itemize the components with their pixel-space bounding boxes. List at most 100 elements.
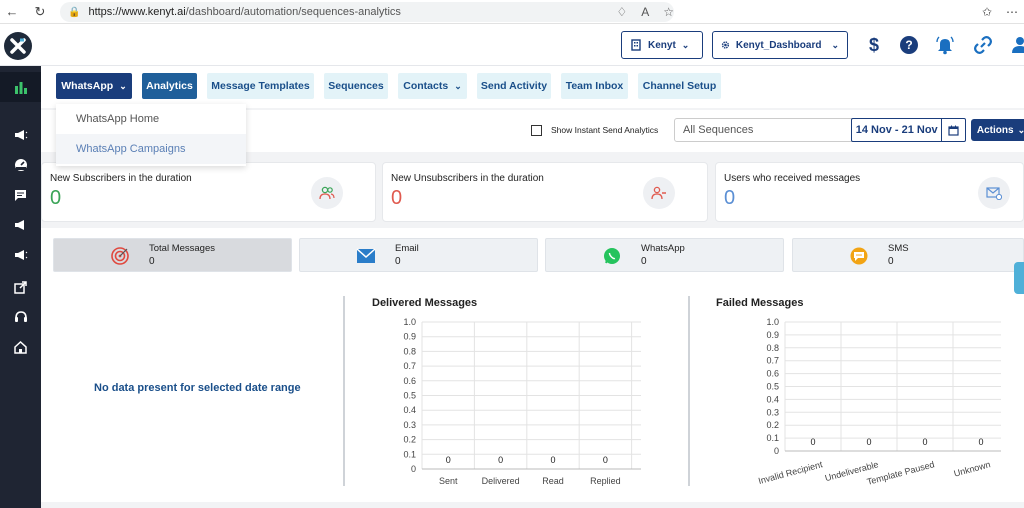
msg-label: Email — [395, 243, 419, 254]
stat-value: 0 — [391, 187, 403, 209]
gauge-icon — [14, 159, 27, 171]
chart-title-failed: Failed Messages — [716, 297, 804, 309]
megaphone-icon — [14, 250, 27, 260]
msg-label: SMS — [888, 243, 909, 254]
sidebar-item-campaigns[interactable] — [0, 120, 41, 150]
kenyt-logo[interactable] — [4, 32, 32, 60]
lock-icon: 🔒 — [68, 6, 81, 18]
home-icon — [14, 340, 27, 354]
msg-card-sms[interactable]: SMS 0 — [792, 238, 1024, 272]
tab-message-templates[interactable]: Message Templates — [207, 73, 314, 99]
msg-value: 0 — [641, 256, 647, 267]
no-data-message: No data present for selected date range — [94, 382, 301, 394]
tab-send-activity[interactable]: Send Activity — [477, 73, 551, 99]
svg-text:?: ? — [905, 38, 912, 52]
msg-card-email[interactable]: Email 0 — [299, 238, 538, 272]
favorites-icon[interactable]: ✩ — [982, 5, 992, 19]
y-tick-label: 0.1 — [403, 449, 416, 459]
chevron-down-icon: ⌄ — [119, 80, 127, 91]
sidebar-item-dashboard[interactable] — [0, 150, 41, 180]
user-minus-icon — [643, 177, 675, 209]
read-aloud-icon[interactable]: A — [641, 5, 649, 19]
y-tick-label: 0.1 — [766, 433, 779, 443]
address-bar[interactable]: 🔒 https://www.kenyt.ai/dashboard/automat… — [60, 2, 674, 22]
tab-channel-setup[interactable]: Channel Setup — [638, 73, 721, 99]
stat-card-users-received: Users who received messages 0 — [715, 162, 1024, 222]
x-tick-label: Unknown — [953, 459, 992, 478]
instant-send-checkbox[interactable] — [531, 125, 542, 136]
nav-tabs: WhatsApp ⌄ Analytics Message Templates S… — [41, 66, 1024, 108]
calendar-icon[interactable] — [941, 119, 965, 141]
y-tick-label: 0.6 — [403, 376, 416, 386]
sidebar-item-ads[interactable] — [0, 240, 41, 270]
menu-item-whatsapp-home[interactable]: WhatsApp Home — [56, 104, 246, 134]
msg-label: Total Messages — [149, 243, 216, 254]
data-label: 0 — [866, 437, 871, 447]
tab-label: Message Templates — [211, 80, 310, 92]
tab-label: Sequences — [328, 80, 384, 92]
sidebar-item-share[interactable] — [0, 272, 41, 302]
x-tick-label: Read — [542, 476, 564, 486]
y-tick-label: 0.8 — [403, 346, 416, 356]
y-tick-label: 0 — [411, 464, 416, 474]
favorite-star-icon[interactable]: ☆ — [663, 5, 674, 19]
megaphone-icon — [14, 220, 24, 230]
tab-whatsapp[interactable]: WhatsApp ⌄ — [56, 73, 132, 99]
account-select[interactable]: Kenyt ⌄ — [621, 31, 703, 59]
msg-value: 0 — [888, 256, 894, 267]
billing-dollar-icon[interactable]: $ — [862, 33, 886, 57]
url-path: /dashboard/automation/sequences-analytic… — [185, 6, 401, 18]
msg-card-whatsapp[interactable]: WhatsApp 0 — [545, 238, 784, 272]
more-menu-icon[interactable]: ⋯ — [1006, 5, 1018, 19]
y-tick-label: 0.2 — [403, 435, 416, 445]
y-tick-label: 0.7 — [766, 356, 779, 366]
y-tick-label: 0.4 — [766, 394, 779, 404]
x-tick-label: Sent — [439, 476, 458, 486]
actions-button[interactable]: Actions ⌄ — [971, 119, 1024, 141]
chat-icon — [15, 189, 26, 201]
chevron-down-icon: ⌄ — [831, 39, 839, 50]
msg-value: 0 — [149, 256, 155, 267]
dashboard-select[interactable]: Kenyt_Dashboard ⌄ — [712, 31, 848, 59]
stat-card-new-unsubscribers: New Unsubscribers in the duration 0 — [382, 162, 708, 222]
link-icon[interactable] — [971, 33, 995, 57]
sequence-select-value: All Sequences — [683, 124, 754, 136]
y-tick-label: 0.2 — [766, 420, 779, 430]
tab-sequences[interactable]: Sequences — [324, 73, 388, 99]
sidebar — [0, 66, 41, 508]
x-tick-label: Delivered — [482, 476, 520, 486]
instant-send-label: Show Instant Send Analytics — [551, 125, 659, 135]
sidebar-item-home[interactable] — [0, 332, 41, 362]
back-icon[interactable]: ← — [0, 0, 24, 24]
data-label: 0 — [810, 437, 815, 447]
notification-bell-icon[interactable] — [933, 33, 957, 57]
menu-item-whatsapp-campaigns[interactable]: WhatsApp Campaigns — [56, 134, 246, 164]
sidebar-item-broadcast[interactable] — [0, 210, 41, 240]
help-icon[interactable]: ? — [897, 33, 921, 57]
tab-team-inbox[interactable]: Team Inbox — [561, 73, 628, 99]
tab-contacts[interactable]: Contacts ⌄ — [398, 73, 467, 99]
y-tick-label: 0.6 — [766, 369, 779, 379]
y-tick-label: 1.0 — [766, 317, 779, 327]
user-profile-icon[interactable] — [1008, 33, 1024, 57]
chat-widget-tab[interactable] — [1014, 262, 1024, 294]
data-label: 0 — [603, 455, 608, 465]
data-label: 0 — [978, 437, 983, 447]
stat-card-new-subscribers: New Subscribers in the duration 0 — [41, 162, 376, 222]
sidebar-item-analytics[interactable] — [0, 72, 41, 102]
stat-value: 0 — [724, 187, 736, 209]
msg-card-total[interactable]: Total Messages 0 — [53, 238, 292, 272]
bell-browser-icon[interactable]: ♢ — [616, 5, 627, 19]
data-label: 0 — [550, 455, 555, 465]
reload-icon[interactable]: ↻ — [28, 0, 52, 24]
browser-toolbar: ← ↻ 🔒 https://www.kenyt.ai/dashboard/aut… — [0, 0, 1024, 24]
date-range-picker[interactable]: 14 Nov - 21 Nov — [851, 118, 966, 142]
sidebar-item-chat[interactable] — [0, 180, 41, 210]
chart-title-delivered: Delivered Messages — [372, 297, 478, 309]
email-icon — [356, 246, 376, 266]
actions-label: Actions — [976, 124, 1014, 136]
sidebar-item-support[interactable] — [0, 302, 41, 332]
tab-analytics[interactable]: Analytics — [142, 73, 197, 99]
failed-messages-chart: 0 0.1 0.2 0.3 0.4 0.5 0.6 0.7 0.8 0.9 1.0 0 Invalid … — [757, 317, 1001, 487]
tab-label: Send Activity — [480, 80, 548, 92]
